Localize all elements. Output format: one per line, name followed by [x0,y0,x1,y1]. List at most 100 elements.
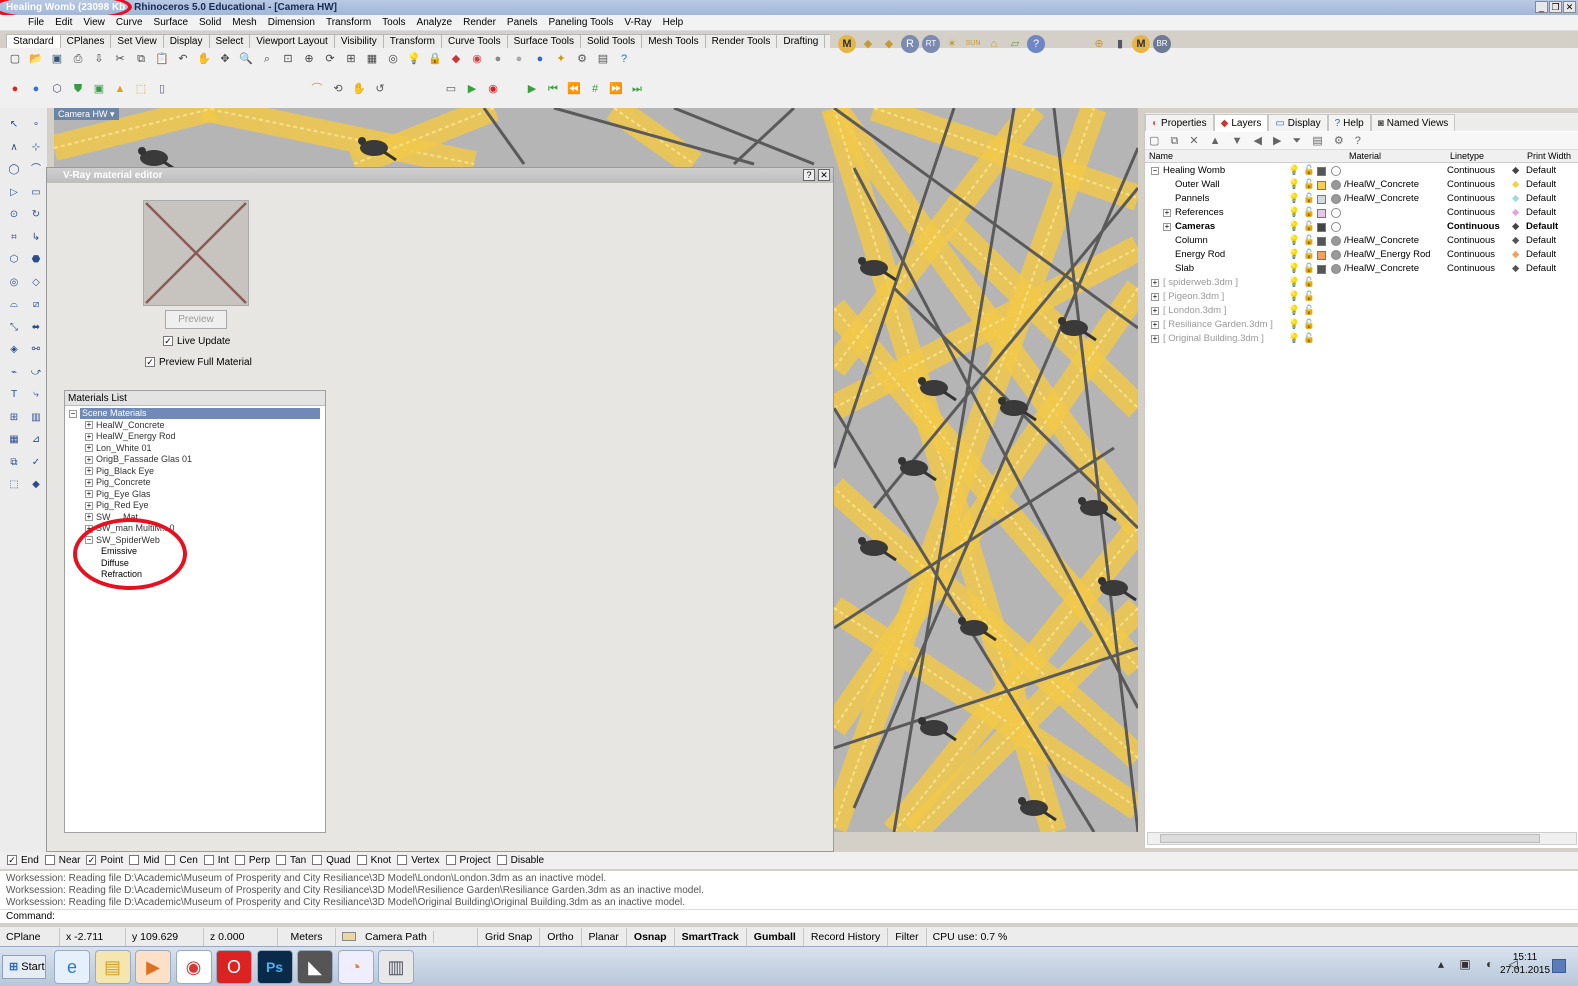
play-green-icon[interactable]: ▶ [463,80,481,98]
layer-color-swatch[interactable] [1317,265,1326,274]
tree-expander-icon[interactable]: + [85,421,93,430]
layer-lock-icon[interactable]: 🔓 [1303,178,1315,192]
clock[interactable]: 15:11 27.01.2015 [1500,951,1550,977]
layer-lock-icon[interactable]: 🔓 [1303,234,1315,248]
toolbar-tab-display[interactable]: Display [162,34,210,48]
panel-tab-display[interactable]: ▭ Display [1268,114,1328,131]
col-print-width[interactable]: Print Width [1527,150,1571,163]
menu-transform[interactable]: Transform [326,17,371,28]
rewind-icon[interactable]: ⏮ [544,80,562,98]
command-input[interactable] [58,911,1459,922]
toolbar-tab-solid-tools[interactable]: Solid Tools [580,34,643,48]
material-tree-item[interactable]: + HealW_Energy Rod [85,431,176,442]
toolbar-tab-visibility[interactable]: Visibility [333,34,384,48]
photoshop-icon[interactable]: Ps [256,950,293,984]
left-tool-4-icon[interactable]: ⊹ [27,139,45,157]
layer-row[interactable]: Column 💡 🔓 /HealW_Concrete Continuous ◆ Defaul… [1145,234,1578,248]
rotate-view-icon[interactable]: ⟳ [321,50,339,68]
tree-expander-icon[interactable]: + [85,513,93,522]
toolbar-tab-surface-tools[interactable]: Surface Tools [506,34,581,48]
tree-expander-icon[interactable]: + [85,432,93,441]
material-tree-item[interactable]: + Pig_Black Eye [85,466,154,477]
toolbar-tab-render-tools[interactable]: Render Tools [704,34,778,48]
material-icon[interactable]: ◆ [447,50,465,68]
cone-icon[interactable]: ▲ [111,80,129,98]
left-tool-28-icon[interactable]: ▥ [27,409,45,427]
layer-color-swatch[interactable] [1317,223,1326,232]
status-toggle-gumball[interactable]: Gumball [747,927,804,946]
toolbar-tab-set-view[interactable]: Set View [110,34,164,48]
menu-paneling-tools[interactable]: Paneling Tools [549,17,614,28]
osnap-checkbox[interactable] [445,855,456,866]
layer-visible-icon[interactable]: 💡 [1288,262,1300,276]
layer-row[interactable]: Outer Wall 💡 🔓 /HealW_Concrete Continuous ◆ De… [1145,178,1578,192]
step-back-icon[interactable]: ⏪ [565,80,583,98]
layer-visible-icon[interactable]: 💡 [1288,248,1300,262]
play-icon[interactable]: ▶ [523,80,541,98]
tree-expander-icon[interactable]: + [85,478,93,487]
left-tool-11-icon[interactable]: ⌗ [5,229,23,247]
command-line[interactable]: Command: [0,909,1578,923]
tree-expander-icon[interactable]: + [85,467,93,476]
layer-material-icon[interactable] [1331,250,1341,260]
toolbar-tab-viewport-layout[interactable]: Viewport Layout [249,34,335,48]
notepad-icon[interactable]: ▥ [378,950,414,984]
curve-arrow-icon[interactable]: ↺ [371,80,389,98]
menu-v-ray[interactable]: V-Ray [624,17,651,28]
pan-icon[interactable]: ✋ [195,50,213,68]
open-icon[interactable]: 📂 [27,50,45,68]
save-icon[interactable]: ▣ [48,50,66,68]
render-icon[interactable]: ● [531,50,549,68]
left-tool-23-icon[interactable]: ⌁ [5,364,23,382]
preview-full-checkbox[interactable]: ✓ [145,357,155,368]
layer-row[interactable]: Slab 💡 🔓 /HealW_Concrete Continuous ◆ Default [1145,262,1578,276]
new-file-icon[interactable]: ▢ [6,50,24,68]
left-tool-9-icon[interactable]: ⊙ [5,206,23,224]
import-icon[interactable]: ⇩ [90,50,108,68]
vray-dome-icon[interactable]: ⌂ [985,35,1003,53]
preview-button[interactable]: Preview [165,310,227,329]
osnap-knot[interactable]: Knot [356,855,391,866]
media-player-icon[interactable]: ▶ [135,950,171,984]
osnap-vertex[interactable]: Vertex [397,855,440,866]
start-button[interactable]: ⊞ Start [2,955,46,979]
osnap-checkbox[interactable] [356,855,367,866]
material-tree-item[interactable]: + HealW_Concrete [85,420,165,431]
status-toggle-planar[interactable]: Planar [582,927,627,946]
layer-visible-icon[interactable]: 💡 [1288,206,1300,220]
left-tool-6-icon[interactable]: ⌒ [27,161,45,179]
left-tool-12-icon[interactable]: ↳ [27,229,45,247]
help-icon[interactable]: ? [615,50,633,68]
left-tool-30-icon[interactable]: ⊿ [27,431,45,449]
layer-lock-icon[interactable]: 🔓 [1303,192,1315,206]
toolbar-tab-transform[interactable]: Transform [382,34,442,48]
osnap-checkbox[interactable] [312,855,323,866]
menu-solid[interactable]: Solid [199,17,221,28]
layer-row[interactable]: Energy Rod 💡 🔓 /HealW_Energy Rod Continuous ◆… [1145,248,1578,262]
panels-icon[interactable]: ▤ [594,50,612,68]
toolbar-tab-drafting[interactable]: Drafting [776,34,826,48]
zoom-selected-icon[interactable]: ⊕ [300,50,318,68]
left-tool-16-icon[interactable]: ◇ [27,274,45,292]
status-toggle-grid-snap[interactable]: Grid Snap [478,927,541,946]
rhino-icon[interactable]: ◣ [297,950,333,984]
layer-visible-icon[interactable]: 💡 [1288,164,1300,178]
osnap-near[interactable]: Near [44,855,80,866]
left-tool-21-icon[interactable]: ◈ [5,341,23,359]
layer-lock-icon[interactable]: 🔓 [1303,220,1315,234]
layer-row[interactable]: + [ London.3dm ] 💡 🔓 [1145,304,1578,318]
layer-expander-icon[interactable]: − [1151,167,1159,175]
select-icon[interactable]: ◎ [384,50,402,68]
editor-close-button[interactable]: ✕ [818,169,830,181]
left-tool-15-icon[interactable]: ◎ [5,274,23,292]
live-update-option[interactable]: ✓ Live Update [163,336,230,347]
layer-material-icon[interactable] [1331,180,1341,190]
render-sphere-red-icon[interactable]: ● [6,80,24,98]
osnap-checkbox[interactable] [234,855,245,866]
opera-icon[interactable]: O [216,950,252,984]
vray-br-icon[interactable]: BR [1153,35,1171,53]
left-tool-26-icon[interactable]: ⤷ [27,386,45,404]
layer-color-swatch[interactable] [1317,209,1326,218]
menu-dimension[interactable]: Dimension [268,17,315,28]
layer-material-icon[interactable] [1331,166,1341,176]
